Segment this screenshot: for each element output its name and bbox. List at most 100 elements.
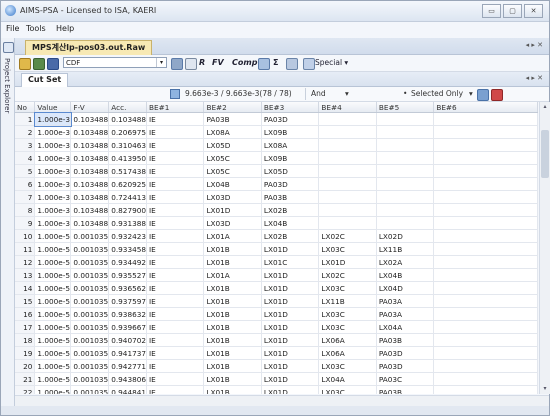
table-cell[interactable]: 1.000e-3: [34, 177, 72, 191]
menu-file[interactable]: File: [6, 24, 19, 33]
table-cell[interactable]: 0.827900: [108, 203, 148, 217]
table-cell[interactable]: LX01B: [203, 359, 262, 373]
table-cell[interactable]: LX01D: [261, 320, 320, 334]
table-row[interactable]: 1 1.000e-3 0.103488 0.103488 IE PA03B PA03D: [15, 111, 538, 127]
table-cell[interactable]: LX01B: [203, 385, 262, 394]
table-cell[interactable]: IE: [146, 307, 205, 321]
row-number[interactable]: 21: [15, 372, 36, 386]
row-number[interactable]: 14: [15, 281, 36, 295]
table-cell[interactable]: 0.103488: [108, 112, 148, 126]
filter-operator-select[interactable]: And: [311, 89, 326, 98]
table-cell[interactable]: 1.000e-5: [34, 372, 72, 386]
table-cell[interactable]: [376, 177, 435, 191]
table-cell[interactable]: 0.517438: [108, 164, 148, 178]
table-cell[interactable]: [433, 281, 538, 295]
table-cell[interactable]: PA03D: [376, 346, 435, 360]
table-cell[interactable]: 1.000e-5: [34, 385, 72, 394]
table-cell[interactable]: [376, 138, 435, 152]
table-cell[interactable]: PA03C: [376, 372, 435, 386]
table-cell[interactable]: IE: [146, 125, 205, 139]
table-cell[interactable]: 0.937597: [108, 294, 148, 308]
row-number[interactable]: 4: [15, 151, 36, 165]
table-cell[interactable]: LX01D: [261, 268, 320, 282]
table-cell[interactable]: 0.001035: [70, 268, 110, 282]
table-cell[interactable]: LX08A: [261, 138, 320, 152]
table-cell[interactable]: 1.000e-5: [34, 268, 72, 282]
table-row[interactable]: 6 1.000e-3 0.103488 0.620925 IE LX04B PA03D: [15, 177, 538, 191]
table-cell[interactable]: IE: [146, 255, 205, 269]
table-cell[interactable]: 0.103488: [70, 151, 110, 165]
table-cell[interactable]: IE: [146, 164, 205, 178]
table-cell[interactable]: 1.000e-3: [34, 164, 72, 178]
row-number[interactable]: 5: [15, 164, 36, 178]
table-cell[interactable]: LX03D: [203, 190, 262, 204]
table-cell[interactable]: LX11B: [376, 242, 435, 256]
table-cell[interactable]: 0.413950: [108, 151, 148, 165]
table-cell[interactable]: 0.001035: [70, 229, 110, 243]
tab-document[interactable]: MPS계산lp-pos03.out.Raw: [25, 40, 153, 55]
table-cell[interactable]: PA03B: [261, 190, 320, 204]
table-cell[interactable]: 0.941737: [108, 346, 148, 360]
table-cell[interactable]: PA03D: [261, 112, 320, 126]
table-cell[interactable]: LX05D: [203, 138, 262, 152]
table-cell[interactable]: LX06A: [318, 346, 377, 360]
table-cell[interactable]: LX03D: [203, 216, 262, 230]
table-cell[interactable]: [433, 268, 538, 282]
table-cell[interactable]: 0.935527: [108, 268, 148, 282]
table-cell[interactable]: LX03C: [318, 242, 377, 256]
table-cell[interactable]: LX05C: [203, 151, 262, 165]
filter-icon[interactable]: [170, 89, 180, 99]
table-cell[interactable]: 0.931388: [108, 216, 148, 230]
table-cell[interactable]: IE: [146, 229, 205, 243]
table-cell[interactable]: 0.001035: [70, 346, 110, 360]
table-cell[interactable]: LX01D: [261, 281, 320, 295]
table-cell[interactable]: [318, 125, 377, 139]
table-row[interactable]: 18 1.000e-5 0.001035 0.940702 IE LX01B LX01D LX…: [15, 333, 538, 347]
table-row[interactable]: 10 1.000e-5 0.001035 0.932423 IE LX01A LX02B LX…: [15, 229, 538, 243]
table-cell[interactable]: 0.001035: [70, 242, 110, 256]
table-cell[interactable]: LX02B: [261, 203, 320, 217]
table-row[interactable]: 3 1.000e-3 0.103488 0.310463 IE LX05D LX08A: [15, 138, 538, 152]
table-cell[interactable]: [376, 151, 435, 165]
table-cell[interactable]: 1.000e-5: [34, 294, 72, 308]
menu-tools[interactable]: Tools: [26, 24, 46, 33]
table-cell[interactable]: IE: [146, 112, 205, 126]
table-cell[interactable]: [318, 177, 377, 191]
table-cell[interactable]: LX02D: [376, 229, 435, 243]
document-tab-nav[interactable]: ◂ ▸ ✕: [526, 41, 543, 49]
table-cell[interactable]: [318, 151, 377, 165]
table-cell[interactable]: IE: [146, 320, 205, 334]
table-cell[interactable]: LX01D: [261, 307, 320, 321]
table-cell[interactable]: [433, 320, 538, 334]
table-cell[interactable]: [433, 307, 538, 321]
scroll-up-icon[interactable]: ▴: [540, 102, 550, 112]
r-button[interactable]: R: [199, 58, 205, 67]
comp-button[interactable]: Comp: [232, 58, 257, 67]
table-cell[interactable]: [318, 164, 377, 178]
table-cell[interactable]: LX01B: [203, 294, 262, 308]
table-cell[interactable]: [318, 190, 377, 204]
row-number[interactable]: 17: [15, 320, 36, 334]
table-cell[interactable]: 1.000e-5: [34, 307, 72, 321]
table-row[interactable]: 14 1.000e-5 0.001035 0.936562 IE LX01B LX01D LX…: [15, 281, 538, 295]
table-cell[interactable]: [433, 190, 538, 204]
table-cell[interactable]: 1.000e-5: [34, 255, 72, 269]
table-row[interactable]: 9 1.000e-3 0.103488 0.931388 IE LX03D LX04B: [15, 216, 538, 230]
menu-help[interactable]: Help: [56, 24, 74, 33]
table-row[interactable]: 13 1.000e-5 0.001035 0.935527 IE LX01A LX01D LX…: [15, 268, 538, 282]
table-cell[interactable]: LX01A: [203, 229, 262, 243]
special-menu-button[interactable]: Special ▾: [315, 58, 348, 67]
column-header[interactable]: BE#3: [261, 102, 320, 113]
table-cell[interactable]: LX04B: [203, 177, 262, 191]
table-cell[interactable]: IE: [146, 242, 205, 256]
table-cell[interactable]: 0.103488: [70, 125, 110, 139]
table-cell[interactable]: 0.103488: [70, 190, 110, 204]
table-cell[interactable]: LX03C: [318, 320, 377, 334]
table-cell[interactable]: PA03B: [203, 112, 262, 126]
table-cell[interactable]: IE: [146, 203, 205, 217]
table-row[interactable]: 19 1.000e-5 0.001035 0.941737 IE LX01B LX01D LX…: [15, 346, 538, 360]
row-number[interactable]: 22: [15, 385, 36, 394]
table-cell[interactable]: [318, 112, 377, 126]
table-cell[interactable]: LX01D: [261, 294, 320, 308]
table-cell[interactable]: 0.001035: [70, 281, 110, 295]
